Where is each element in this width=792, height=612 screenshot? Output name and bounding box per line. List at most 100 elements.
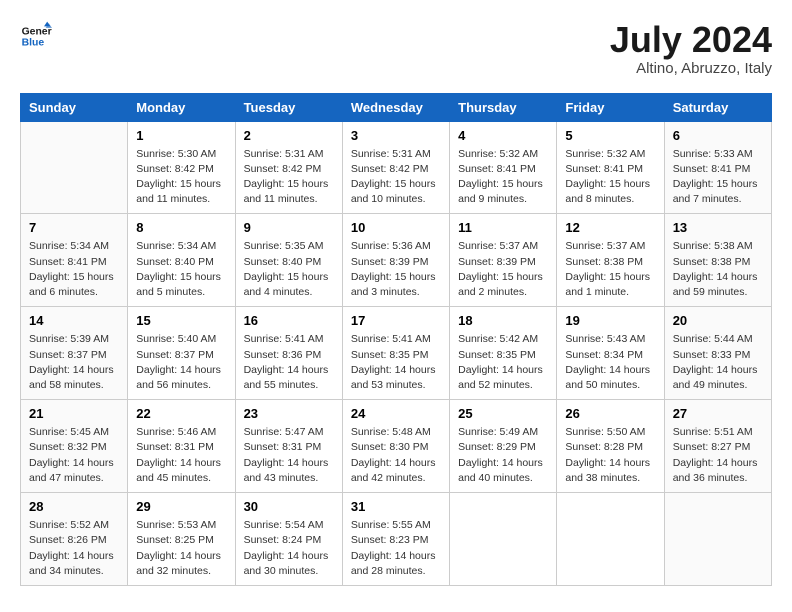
cell-content: Sunrise: 5:54 AMSunset: 8:24 PMDaylight:… bbox=[244, 518, 334, 579]
calendar-cell: 8 Sunrise: 5:34 AMSunset: 8:40 PMDaylight… bbox=[128, 214, 235, 307]
calendar-cell: 22 Sunrise: 5:46 AMSunset: 8:31 PMDayligh… bbox=[128, 400, 235, 493]
cell-content: Sunrise: 5:49 AMSunset: 8:29 PMDaylight:… bbox=[458, 425, 548, 486]
page-header: General Blue July 2024 Altino, Abruzzo, … bbox=[20, 20, 772, 77]
cell-content: Sunrise: 5:42 AMSunset: 8:35 PMDaylight:… bbox=[458, 332, 548, 393]
calendar-cell: 14Sunrise: 5:39 AMSunset: 8:37 PMDayligh… bbox=[21, 307, 128, 400]
calendar-week-row: 28 Sunrise: 5:52 AMSunset: 8:26 PMDayligh… bbox=[21, 493, 772, 586]
calendar-cell: 15Sunrise: 5:40 AMSunset: 8:37 PMDayligh… bbox=[128, 307, 235, 400]
weekday-header: Friday bbox=[557, 93, 664, 121]
day-number: 30 bbox=[244, 499, 334, 514]
calendar-cell: 5Sunrise: 5:32 AMSunset: 8:41 PMDaylight… bbox=[557, 121, 664, 214]
cell-content: Sunrise: 5:37 AMSunset: 8:39 PMDaylight:… bbox=[458, 239, 548, 300]
location: Altino, Abruzzo, Italy bbox=[610, 60, 772, 77]
cell-content: Sunrise: 5:44 AMSunset: 8:33 PMDaylight:… bbox=[673, 332, 763, 393]
calendar-cell bbox=[450, 493, 557, 586]
day-number: 19 bbox=[565, 313, 655, 328]
calendar-cell: 11 Sunrise: 5:37 AMSunset: 8:39 PMDayligh… bbox=[450, 214, 557, 307]
day-number: 26 bbox=[565, 406, 655, 421]
calendar-cell bbox=[664, 493, 771, 586]
day-number: 22 bbox=[136, 406, 226, 421]
weekday-header: Sunday bbox=[21, 93, 128, 121]
cell-content: Sunrise: 5:33 AMSunset: 8:41 PMDaylight:… bbox=[673, 147, 763, 208]
day-number: 1 bbox=[136, 128, 226, 143]
calendar-cell: 9 Sunrise: 5:35 AMSunset: 8:40 PMDaylight… bbox=[235, 214, 342, 307]
day-number: 23 bbox=[244, 406, 334, 421]
cell-content: Sunrise: 5:32 AMSunset: 8:41 PMDaylight:… bbox=[458, 147, 548, 208]
cell-content: Sunrise: 5:48 AMSunset: 8:30 PMDaylight:… bbox=[351, 425, 441, 486]
calendar-cell: 29 Sunrise: 5:53 AMSunset: 8:25 PMDayligh… bbox=[128, 493, 235, 586]
day-number: 16 bbox=[244, 313, 334, 328]
calendar-cell: 19 Sunrise: 5:43 AMSunset: 8:34 PMDayligh… bbox=[557, 307, 664, 400]
logo: General Blue bbox=[20, 20, 52, 52]
cell-content: Sunrise: 5:50 AMSunset: 8:28 PMDaylight:… bbox=[565, 425, 655, 486]
day-number: 13 bbox=[673, 220, 763, 235]
day-number: 28 bbox=[29, 499, 119, 514]
calendar-cell: 23 Sunrise: 5:47 AMSunset: 8:31 PMDayligh… bbox=[235, 400, 342, 493]
calendar-cell bbox=[557, 493, 664, 586]
calendar-cell: 2Sunrise: 5:31 AMSunset: 8:42 PMDaylight… bbox=[235, 121, 342, 214]
calendar-cell: 18 Sunrise: 5:42 AMSunset: 8:35 PMDayligh… bbox=[450, 307, 557, 400]
calendar-cell: 10Sunrise: 5:36 AMSunset: 8:39 PMDayligh… bbox=[342, 214, 449, 307]
day-number: 20 bbox=[673, 313, 763, 328]
cell-content: Sunrise: 5:51 AMSunset: 8:27 PMDaylight:… bbox=[673, 425, 763, 486]
day-number: 18 bbox=[458, 313, 548, 328]
cell-content: Sunrise: 5:41 AMSunset: 8:36 PMDaylight:… bbox=[244, 332, 334, 393]
cell-content: Sunrise: 5:36 AMSunset: 8:39 PMDaylight:… bbox=[351, 239, 441, 300]
day-number: 9 bbox=[244, 220, 334, 235]
cell-content: Sunrise: 5:52 AMSunset: 8:26 PMDaylight:… bbox=[29, 518, 119, 579]
calendar-cell: 27 Sunrise: 5:51 AMSunset: 8:27 PMDayligh… bbox=[664, 400, 771, 493]
weekday-header: Thursday bbox=[450, 93, 557, 121]
cell-content: Sunrise: 5:37 AMSunset: 8:38 PMDaylight:… bbox=[565, 239, 655, 300]
weekday-header: Saturday bbox=[664, 93, 771, 121]
calendar-cell: 7Sunrise: 5:34 AMSunset: 8:41 PMDaylight… bbox=[21, 214, 128, 307]
calendar-cell: 31Sunrise: 5:55 AMSunset: 8:23 PMDayligh… bbox=[342, 493, 449, 586]
calendar-week-row: 1 Sunrise: 5:30 AMSunset: 8:42 PMDaylight… bbox=[21, 121, 772, 214]
day-number: 27 bbox=[673, 406, 763, 421]
cell-content: Sunrise: 5:30 AMSunset: 8:42 PMDaylight:… bbox=[136, 147, 226, 208]
day-number: 7 bbox=[29, 220, 119, 235]
day-number: 11 bbox=[458, 220, 548, 235]
weekday-header: Wednesday bbox=[342, 93, 449, 121]
calendar-cell bbox=[21, 121, 128, 214]
day-number: 6 bbox=[673, 128, 763, 143]
calendar-week-row: 14Sunrise: 5:39 AMSunset: 8:37 PMDayligh… bbox=[21, 307, 772, 400]
cell-content: Sunrise: 5:46 AMSunset: 8:31 PMDaylight:… bbox=[136, 425, 226, 486]
title-block: July 2024 Altino, Abruzzo, Italy bbox=[610, 20, 772, 77]
calendar-table: SundayMondayTuesdayWednesdayThursdayFrid… bbox=[20, 93, 772, 586]
day-number: 8 bbox=[136, 220, 226, 235]
calendar-cell: 21 Sunrise: 5:45 AMSunset: 8:32 PMDayligh… bbox=[21, 400, 128, 493]
cell-content: Sunrise: 5:55 AMSunset: 8:23 PMDaylight:… bbox=[351, 518, 441, 579]
day-number: 21 bbox=[29, 406, 119, 421]
weekday-header: Tuesday bbox=[235, 93, 342, 121]
svg-text:Blue: Blue bbox=[22, 38, 45, 49]
day-number: 4 bbox=[458, 128, 548, 143]
calendar-cell: 28 Sunrise: 5:52 AMSunset: 8:26 PMDayligh… bbox=[21, 493, 128, 586]
calendar-cell: 6 Sunrise: 5:33 AMSunset: 8:41 PMDaylight… bbox=[664, 121, 771, 214]
calendar-cell: 13 Sunrise: 5:38 AMSunset: 8:38 PMDayligh… bbox=[664, 214, 771, 307]
calendar-cell: 30 Sunrise: 5:54 AMSunset: 8:24 PMDayligh… bbox=[235, 493, 342, 586]
calendar-cell: 12Sunrise: 5:37 AMSunset: 8:38 PMDayligh… bbox=[557, 214, 664, 307]
cell-content: Sunrise: 5:47 AMSunset: 8:31 PMDaylight:… bbox=[244, 425, 334, 486]
cell-content: Sunrise: 5:38 AMSunset: 8:38 PMDaylight:… bbox=[673, 239, 763, 300]
cell-content: Sunrise: 5:31 AMSunset: 8:42 PMDaylight:… bbox=[351, 147, 441, 208]
day-number: 25 bbox=[458, 406, 548, 421]
calendar-cell: 3Sunrise: 5:31 AMSunset: 8:42 PMDaylight… bbox=[342, 121, 449, 214]
calendar-cell: 24Sunrise: 5:48 AMSunset: 8:30 PMDayligh… bbox=[342, 400, 449, 493]
cell-content: Sunrise: 5:34 AMSunset: 8:40 PMDaylight:… bbox=[136, 239, 226, 300]
calendar-cell: 26 Sunrise: 5:50 AMSunset: 8:28 PMDayligh… bbox=[557, 400, 664, 493]
calendar-header-row: SundayMondayTuesdayWednesdayThursdayFrid… bbox=[21, 93, 772, 121]
cell-content: Sunrise: 5:32 AMSunset: 8:41 PMDaylight:… bbox=[565, 147, 655, 208]
cell-content: Sunrise: 5:53 AMSunset: 8:25 PMDaylight:… bbox=[136, 518, 226, 579]
calendar-cell: 1 Sunrise: 5:30 AMSunset: 8:42 PMDaylight… bbox=[128, 121, 235, 214]
weekday-header: Monday bbox=[128, 93, 235, 121]
cell-content: Sunrise: 5:39 AMSunset: 8:37 PMDaylight:… bbox=[29, 332, 119, 393]
cell-content: Sunrise: 5:45 AMSunset: 8:32 PMDaylight:… bbox=[29, 425, 119, 486]
month-title: July 2024 bbox=[610, 20, 772, 60]
calendar-cell: 16 Sunrise: 5:41 AMSunset: 8:36 PMDayligh… bbox=[235, 307, 342, 400]
cell-content: Sunrise: 5:41 AMSunset: 8:35 PMDaylight:… bbox=[351, 332, 441, 393]
day-number: 29 bbox=[136, 499, 226, 514]
day-number: 17 bbox=[351, 313, 441, 328]
cell-content: Sunrise: 5:31 AMSunset: 8:42 PMDaylight:… bbox=[244, 147, 334, 208]
cell-content: Sunrise: 5:43 AMSunset: 8:34 PMDaylight:… bbox=[565, 332, 655, 393]
cell-content: Sunrise: 5:35 AMSunset: 8:40 PMDaylight:… bbox=[244, 239, 334, 300]
